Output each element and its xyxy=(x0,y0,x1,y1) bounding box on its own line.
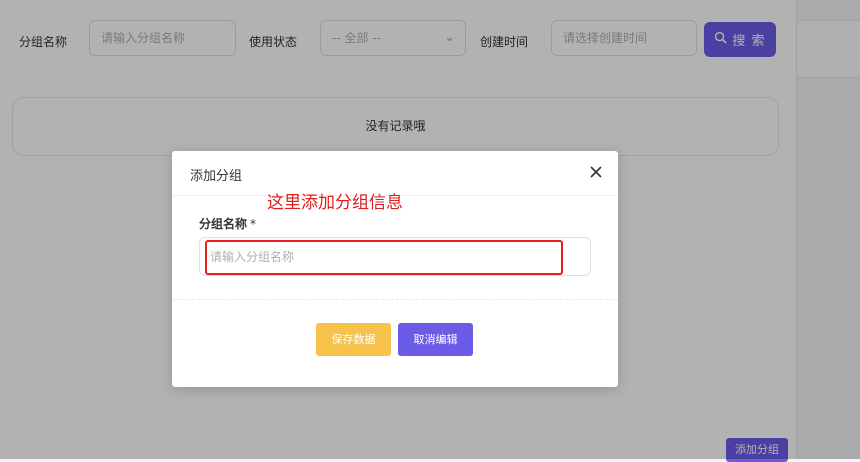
dialog-title: 添加分组 xyxy=(190,169,243,184)
dialog-divider xyxy=(172,299,618,300)
required-mark: * xyxy=(250,217,257,231)
close-icon[interactable] xyxy=(589,164,603,178)
save-button[interactable]: 保存数据 xyxy=(316,323,391,356)
add-group-dialog: 添加分组 这里添加分组信息 分组名称* 保存数据 取消编辑 xyxy=(172,151,618,387)
group-name-field-label: 分组名称 * xyxy=(199,215,256,232)
group-name-input[interactable] xyxy=(210,238,570,275)
cancel-button[interactable]: 取消编辑 xyxy=(398,323,473,356)
group-name-field-label-text: 分组名称 xyxy=(199,217,248,231)
group-name-field[interactable] xyxy=(199,237,591,276)
annotation-text: 这里添加分组信息 xyxy=(267,193,403,213)
